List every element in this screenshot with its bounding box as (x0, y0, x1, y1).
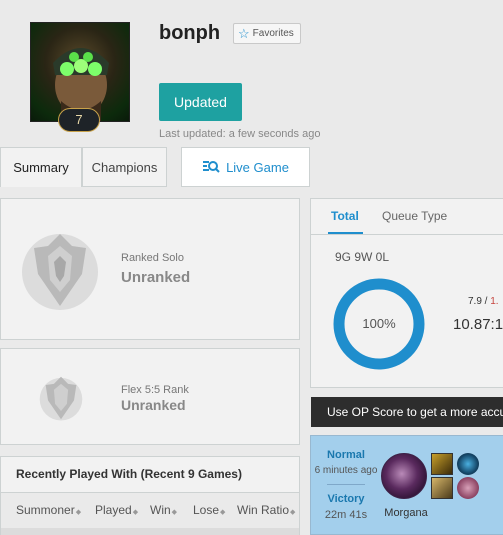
favorites-label: Favorites (252, 28, 294, 39)
profile-icon (30, 22, 130, 122)
column-win-label: Win (150, 503, 171, 517)
column-summoner[interactable]: Summoner◆ (16, 503, 81, 517)
champion-name: Morgana (384, 507, 428, 519)
secondary-rune-icon (457, 477, 479, 499)
stats-tab-total[interactable]: Total (331, 209, 359, 223)
tab-champions[interactable]: Champions (82, 147, 167, 187)
ranked-solo-tier: Unranked (121, 269, 191, 286)
game-type: Normal (327, 449, 365, 461)
column-played[interactable]: Played◆ (95, 503, 138, 517)
kda-ratio: 10.87:1 (453, 316, 503, 333)
sort-icon: ◆ (171, 509, 178, 516)
game-result: Victory (327, 493, 365, 505)
favorites-button[interactable]: ☆ Favorites (233, 23, 301, 44)
column-win[interactable]: Win◆ (150, 503, 177, 517)
kda-numbers: 7.9 / 1. (468, 296, 499, 307)
live-game-label: Live Game (226, 159, 289, 175)
flex-rank-label: Flex 5:5 Rank (121, 384, 189, 396)
unranked-emblem-icon (36, 372, 86, 429)
star-icon: ☆ (238, 26, 250, 41)
update-button[interactable]: Updated (159, 83, 242, 121)
keystone-rune-icon (457, 453, 479, 475)
games-record: 9G 9W 0L (335, 250, 390, 264)
column-win-ratio[interactable]: Win Ratio◆ (237, 503, 295, 517)
recently-played-row (1, 528, 299, 535)
column-lose-label: Lose (193, 503, 220, 517)
recently-played-title: Recently Played With (Recent 9 Games) (16, 467, 242, 481)
active-tab-indicator (328, 232, 363, 234)
stats-tab-queue-type[interactable]: Queue Type (382, 209, 447, 223)
champion-icon[interactable] (381, 453, 427, 499)
sort-icon: ◆ (132, 509, 139, 516)
ranked-solo-label: Ranked Solo (121, 252, 184, 264)
op-score-banner[interactable]: Use OP Score to get a more accu (311, 397, 503, 427)
column-played-label: Played (95, 503, 132, 517)
summoner-spell-icon (431, 453, 453, 475)
win-rate-label: 100% (362, 316, 396, 331)
sort-icon: ◆ (220, 509, 226, 516)
sort-icon: ◆ (75, 509, 82, 516)
summoner-spell-icon (431, 477, 453, 499)
tab-summary[interactable]: Summary (0, 147, 82, 187)
column-win-ratio-label: Win Ratio (237, 503, 290, 517)
live-game-icon (202, 159, 220, 176)
flex-rank-tier: Unranked (121, 397, 186, 413)
summoner-level-badge: 7 (58, 108, 100, 132)
sort-icon: ◆ (290, 509, 296, 516)
tab-live-game[interactable]: Live Game (181, 147, 310, 187)
column-lose[interactable]: Lose◆ (193, 503, 225, 517)
game-time-ago: 6 minutes ago (314, 465, 378, 476)
game-length: 22m 41s (324, 509, 368, 521)
summoner-name: bonph (159, 22, 221, 44)
unranked-emblem-icon (20, 226, 100, 319)
column-summoner-label: Summoner (16, 503, 75, 517)
divider (327, 484, 365, 485)
last-updated-text: Last updated: a few seconds ago (159, 128, 321, 140)
